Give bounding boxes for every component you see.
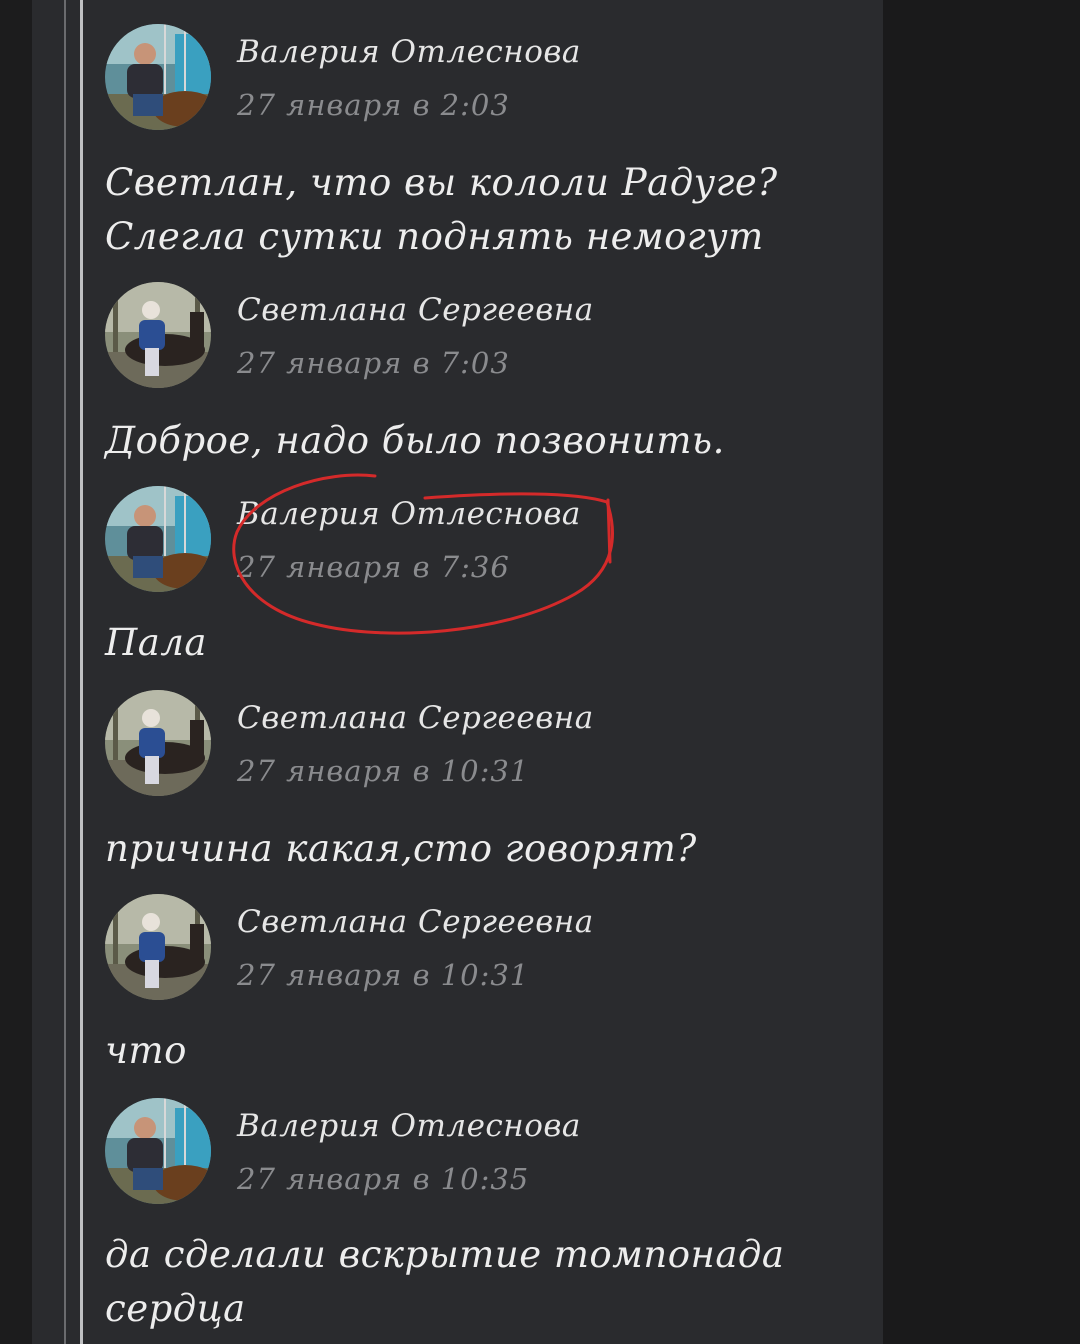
comment-message: Доброе, надо было позвонить. bbox=[105, 414, 865, 468]
message-line: Пала bbox=[105, 621, 207, 664]
comment-header: Валерия Отлеснова 27 января в 7:36 bbox=[105, 486, 805, 592]
comment-header: Светлана Сергеевна 27 января в 10:31 bbox=[105, 690, 805, 796]
message-line: сердца bbox=[105, 1287, 246, 1330]
comment-header: Валерия Отлеснова 27 января в 2:03 bbox=[105, 24, 805, 130]
comment-message: да сделали вскрытие томпонада сердца bbox=[105, 1228, 865, 1336]
avatar-photo-svetlana bbox=[105, 894, 211, 1000]
message-line: Слегла сутки поднять немогут bbox=[105, 215, 764, 258]
message-line: да сделали вскрытие томпонада bbox=[105, 1233, 785, 1276]
comment-timestamp: 27 января в 2:03 bbox=[237, 88, 510, 122]
comment-header: Светлана Сергеевна 27 января в 7:03 bbox=[105, 282, 805, 388]
comment-message: причина какая,сто говорят? bbox=[105, 822, 865, 876]
avatar-valeria[interactable] bbox=[105, 486, 211, 592]
comment-author[interactable]: Светлана Сергеевна bbox=[237, 904, 594, 940]
comment-message: Светлан, что вы кололи Радуге? Слегла су… bbox=[105, 156, 865, 264]
avatar-photo-valeria bbox=[105, 1098, 211, 1204]
avatar-valeria[interactable] bbox=[105, 1098, 211, 1204]
comment-author[interactable]: Светлана Сергеевна bbox=[237, 292, 594, 328]
comment-message: что bbox=[105, 1024, 865, 1078]
comment-author[interactable]: Валерия Отлеснова bbox=[237, 1108, 581, 1144]
avatar-svetlana[interactable] bbox=[105, 690, 211, 796]
message-line: Светлан, что вы кололи Радуге? bbox=[105, 161, 778, 204]
comment-author[interactable]: Светлана Сергеевна bbox=[237, 700, 594, 736]
comment-thread-screen: Валерия Отлеснова 27 января в 2:03 Светл… bbox=[0, 0, 1080, 1344]
message-line: Доброе, надо было позвонить. bbox=[105, 419, 725, 462]
message-line: что bbox=[105, 1029, 187, 1072]
thread-line-inner bbox=[80, 0, 83, 1344]
comment-timestamp: 27 января в 7:03 bbox=[237, 346, 510, 380]
comment-header: Светлана Сергеевна 27 января в 10:31 bbox=[105, 894, 805, 1000]
avatar-photo-svetlana bbox=[105, 690, 211, 796]
message-line: причина какая,сто говорят? bbox=[105, 827, 697, 870]
avatar-valeria[interactable] bbox=[105, 24, 211, 130]
avatar-photo-valeria bbox=[105, 24, 211, 130]
right-margin bbox=[883, 0, 1080, 1344]
avatar-photo-valeria bbox=[105, 486, 211, 592]
comment-timestamp: 27 января в 10:31 bbox=[237, 958, 530, 992]
avatar-svetlana[interactable] bbox=[105, 282, 211, 388]
avatar-photo-svetlana bbox=[105, 282, 211, 388]
comment-header: Валерия Отлеснова 27 января в 10:35 bbox=[105, 1098, 805, 1204]
comment-timestamp: 27 января в 7:36 bbox=[237, 550, 510, 584]
comment-author[interactable]: Валерия Отлеснова bbox=[237, 34, 581, 70]
comment-message: Пала bbox=[105, 616, 865, 670]
comment-author[interactable]: Валерия Отлеснова bbox=[237, 496, 581, 532]
comment-timestamp: 27 января в 10:35 bbox=[237, 1162, 530, 1196]
avatar-svetlana[interactable] bbox=[105, 894, 211, 1000]
thread-line-outer bbox=[64, 0, 66, 1344]
comment-timestamp: 27 января в 10:31 bbox=[237, 754, 530, 788]
